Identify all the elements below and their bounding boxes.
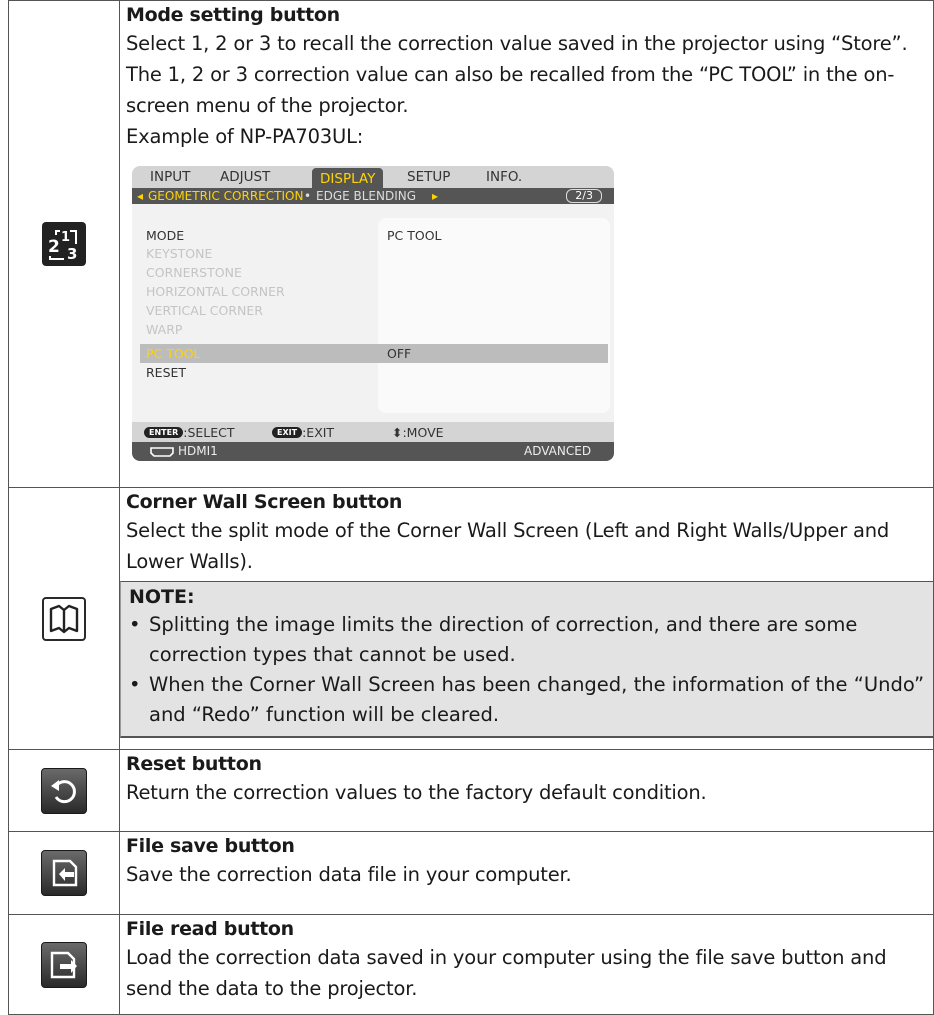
osd-value-panel xyxy=(378,218,610,413)
osd-tab-display: DISPLAY xyxy=(312,168,384,190)
osd-source-label: HDMI1 xyxy=(178,444,218,458)
osd-select-label: :SELECT xyxy=(183,425,235,440)
row-reset: Reset button Return the correction value… xyxy=(8,749,934,832)
osd-item-pc-tool: PC TOOL xyxy=(146,346,201,361)
osd-item-cornerstone: CORNERSTONE xyxy=(146,265,242,280)
open-book-icon xyxy=(42,596,86,641)
osd-tab-setup: SETUP xyxy=(407,169,451,185)
osd-right-arrow: ▸ xyxy=(432,189,439,203)
description-cell: Reset button Return the correction value… xyxy=(119,749,934,832)
osd-advanced-label: ADVANCED xyxy=(524,444,592,458)
text-line: send the data to the projector. xyxy=(126,977,418,1000)
icon-cell xyxy=(8,749,120,832)
reset-arrow-icon xyxy=(41,767,87,814)
note-item: • Splitting the image limits the directio… xyxy=(129,610,934,670)
text-line: Return the correction values to the fact… xyxy=(126,781,707,804)
osd-item-vertical-corner: VERTICAL CORNER xyxy=(146,303,263,318)
text-line: Lower Walls). xyxy=(126,550,253,573)
icon-cell xyxy=(8,487,120,750)
osd-left-arrow: ◂ xyxy=(137,189,144,203)
svg-text:2: 2 xyxy=(48,237,60,257)
button-description-table: 2 1 3 Mode setting button Select 1, 2 or… xyxy=(8,0,934,1015)
svg-text:1: 1 xyxy=(61,230,70,245)
description-cell: File save button Save the correction dat… xyxy=(119,831,934,915)
osd-help-bar: ENTER:SELECT EXIT:EXIT ⬍:MOVE xyxy=(132,422,614,442)
osd-exit-label: :EXIT xyxy=(302,425,335,440)
osd-page-indicator: 2/3 xyxy=(566,189,602,203)
note-title: NOTE: xyxy=(129,586,195,608)
button-title: File read button xyxy=(126,918,294,940)
text-line: Save the correction data file in your co… xyxy=(126,863,572,886)
button-title: Reset button xyxy=(126,753,262,775)
button-title: Mode setting button xyxy=(126,4,340,26)
exit-key-badge: EXIT xyxy=(272,427,303,438)
osd-menu-screenshot: INPUT ADJUST DISPLAY SETUP INFO. ◂ GEOME… xyxy=(132,166,614,461)
description-cell: Corner Wall Screen button Select the spl… xyxy=(119,487,934,750)
enter-key-badge: ENTER xyxy=(144,427,184,438)
file-read-icon xyxy=(41,941,87,988)
osd-item-keystone: KEYSTONE xyxy=(146,246,213,261)
row-mode-setting: 2 1 3 Mode setting button Select 1, 2 or… xyxy=(8,0,934,488)
bullet: • xyxy=(129,613,141,636)
osd-item-reset: RESET xyxy=(146,365,187,380)
note-item: • When the Corner Wall Screen has been ch… xyxy=(129,670,934,730)
button-title: Corner Wall Screen button xyxy=(126,491,403,513)
osd-item-warp: WARP xyxy=(146,322,183,337)
icon-cell: 2 1 3 xyxy=(8,0,120,488)
icon-cell xyxy=(8,831,120,915)
text-line: screen menu of the projector. xyxy=(126,94,409,117)
text-line: Example of NP-PA703UL: xyxy=(126,125,364,148)
osd-tab-bar: INPUT ADJUST DISPLAY SETUP INFO. xyxy=(132,166,614,190)
row-corner-wall: Corner Wall Screen button Select the spl… xyxy=(8,487,934,750)
text-line: Load the correction data saved in your c… xyxy=(126,946,887,969)
osd-item-horizontal-corner: HORIZONTAL CORNER xyxy=(146,284,285,299)
osd-item-mode: MODE xyxy=(146,228,185,243)
file-save-icon xyxy=(41,850,87,896)
description-cell: Mode setting button Select 1, 2 or 3 to … xyxy=(119,0,934,488)
text-line: Select the split mode of the Corner Wall… xyxy=(126,519,890,542)
hdmi-connector-icon xyxy=(150,446,174,460)
osd-sub-active: GEOMETRIC CORRECTION xyxy=(148,189,304,203)
svg-text:3: 3 xyxy=(67,245,77,262)
bullet: • xyxy=(129,673,141,696)
text-line: The 1, 2 or 3 correction value can also … xyxy=(126,63,895,86)
osd-tab-input: INPUT xyxy=(150,169,191,185)
osd-status-bar: HDMI1 ADVANCED xyxy=(132,442,614,461)
osd-highlight-row xyxy=(140,344,608,363)
osd-sub-other: EDGE BLENDING xyxy=(316,189,417,203)
button-title: File save button xyxy=(126,835,295,857)
mode-123-icon: 2 1 3 xyxy=(42,222,86,266)
osd-mode-value: PC TOOL xyxy=(387,228,442,243)
osd-submenu-bar: ◂ GEOMETRIC CORRECTION • EDGE BLENDING ▸… xyxy=(132,188,614,204)
text-line: Select 1, 2 or 3 to recall the correctio… xyxy=(126,32,908,55)
osd-move-label: ⬍:MOVE xyxy=(392,425,444,440)
row-file-save: File save button Save the correction dat… xyxy=(8,831,934,915)
osd-pctool-value: OFF xyxy=(387,346,412,361)
osd-tab-adjust: ADJUST xyxy=(220,169,271,185)
osd-sub-separator: • xyxy=(304,189,312,203)
note-box: NOTE: • Splitting the image limits the di… xyxy=(120,581,934,738)
osd-tab-info: INFO. xyxy=(486,169,523,185)
